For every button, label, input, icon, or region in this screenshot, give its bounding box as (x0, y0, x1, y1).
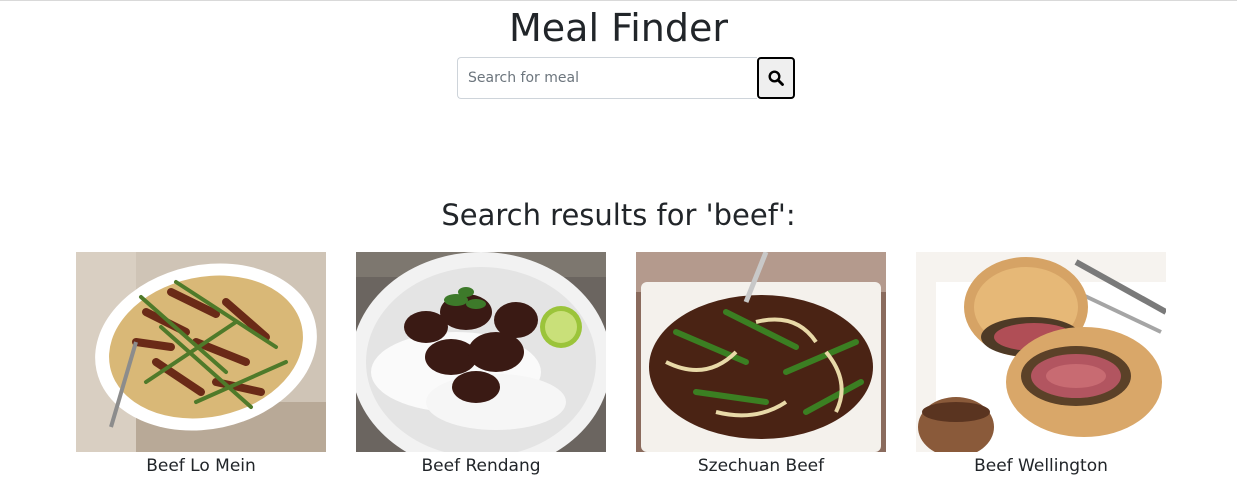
meal-image-beef-rendang[interactable] (356, 252, 606, 452)
results-heading: Search results for 'beef': (441, 198, 796, 232)
search-input[interactable] (457, 57, 757, 99)
page-title: Meal Finder (509, 6, 728, 50)
search-form (457, 57, 795, 99)
search-button[interactable] (757, 57, 795, 99)
search-icon (768, 70, 784, 86)
meal-card-szechuan-beef[interactable]: Szechuan Beef (636, 252, 886, 478)
meal-card-beef-wellington[interactable]: Beef Wellington (916, 252, 1166, 478)
meal-name[interactable]: Beef Wellington (916, 454, 1166, 478)
meal-image-beef-lo-mein[interactable] (76, 252, 326, 452)
meal-card-beef-lo-mein[interactable]: Beef Lo Mein (76, 252, 326, 478)
meal-image-szechuan-beef[interactable] (636, 252, 886, 452)
meal-name[interactable]: Szechuan Beef (636, 454, 886, 478)
meal-name[interactable]: Beef Rendang (356, 454, 606, 478)
meal-image-beef-wellington[interactable] (916, 252, 1166, 452)
meal-name[interactable]: Beef Lo Mein (76, 454, 326, 478)
meal-card-beef-rendang[interactable]: Beef Rendang (356, 252, 606, 478)
